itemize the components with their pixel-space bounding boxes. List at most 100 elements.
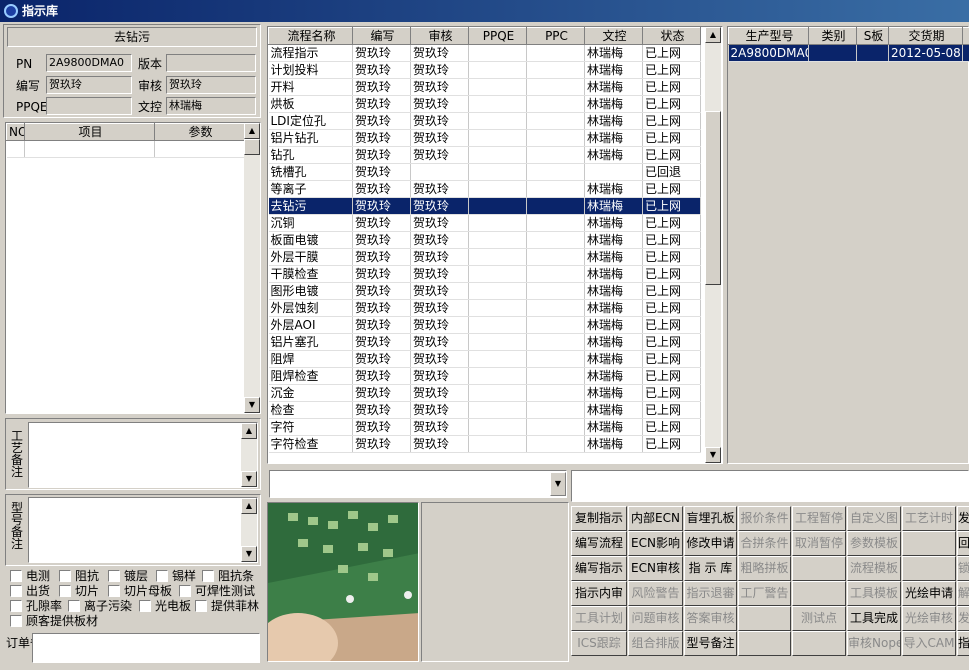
version-field[interactable] [166, 54, 256, 72]
craft-notes-textarea[interactable]: ▲ ▼ [28, 422, 258, 488]
table-row[interactable]: 2A9800DMA0 2012-05-08 [728, 44, 969, 62]
action-button[interactable] [902, 556, 956, 581]
action-button[interactable]: 复制指示 [571, 506, 627, 531]
action-button[interactable]: 工程暂停 [792, 506, 846, 531]
action-button[interactable]: 发 [957, 606, 969, 631]
action-button[interactable]: 指示退審 [684, 581, 737, 606]
process-table-scrollbar[interactable]: ▲ ▼ [705, 27, 721, 463]
action-button[interactable]: 流程模板 [847, 556, 901, 581]
reviewer-field[interactable]: 贺玖玲 [166, 76, 256, 94]
action-button[interactable] [738, 606, 791, 631]
table-row[interactable]: 外层蚀刻 贺玖玲 贺玖玲 林瑞梅 已上网 [268, 299, 701, 317]
process-combo-box[interactable]: ▼ [269, 470, 567, 498]
doc-control-field[interactable]: 林瑞梅 [166, 97, 256, 115]
action-button[interactable] [738, 631, 791, 656]
ppqe-field[interactable] [46, 97, 132, 115]
action-button[interactable]: 回 [957, 531, 969, 556]
table-row[interactable]: 沉金 贺玖玲 贺玖玲 林瑞梅 已上网 [268, 384, 701, 402]
table-row[interactable]: 检查 贺玖玲 贺玖玲 林瑞梅 已上网 [268, 401, 701, 419]
action-button[interactable]: 指 示 库 [684, 556, 737, 581]
action-button[interactable]: 发 [957, 506, 969, 531]
action-button[interactable]: 编写指示 [571, 556, 627, 581]
craft-notes-scrollbar[interactable]: ▲ ▼ [241, 423, 257, 487]
option-checkbox[interactable] [10, 570, 22, 582]
scroll-down-icon[interactable]: ▼ [705, 447, 721, 463]
process-col-header[interactable]: PPQE [468, 27, 527, 45]
action-button[interactable]: ECN影响 [628, 531, 683, 556]
action-button[interactable]: 合拼条件 [738, 531, 791, 556]
option-checkbox[interactable] [10, 585, 22, 597]
process-table[interactable]: 流程名称 编写 审核 PPQE PPC 文控 状态 流程指示 贺玖玲 贺玖玲 林瑞梅 已上网 计划投料… [267, 26, 723, 464]
table-row[interactable]: 沉铜 贺玖玲 贺玖玲 林瑞梅 已上网 [268, 214, 701, 232]
table-row[interactable]: 等离子 贺玖玲 贺玖玲 林瑞梅 已上网 [268, 180, 701, 198]
action-button[interactable]: 盲埋孔板 [684, 506, 737, 531]
product-col-header[interactable]: 客 [962, 27, 969, 45]
action-button[interactable]: 编写流程 [571, 531, 627, 556]
action-button[interactable]: 粗略拼板 [738, 556, 791, 581]
remark-input[interactable] [571, 470, 969, 502]
action-button[interactable] [792, 581, 846, 606]
action-button[interactable]: 工厂警告 [738, 581, 791, 606]
option-checkbox[interactable] [108, 585, 120, 597]
table-row[interactable]: LDI定位孔 贺玖玲 贺玖玲 林瑞梅 已上网 [268, 112, 701, 130]
table-row[interactable]: 外层干膜 贺玖玲 贺玖玲 林瑞梅 已上网 [268, 248, 701, 266]
table-row[interactable]: 钻孔 贺玖玲 贺玖玲 林瑞梅 已上网 [268, 146, 701, 164]
table-row[interactable]: 阻焊检查 贺玖玲 贺玖玲 林瑞梅 已上网 [268, 367, 701, 385]
table-row[interactable]: 板面电镀 贺玖玲 贺玖玲 林瑞梅 已上网 [268, 231, 701, 249]
editor-field[interactable]: 贺玖玲 [46, 76, 132, 94]
param-col-no[interactable]: NO [6, 123, 25, 141]
option-checkbox[interactable] [179, 585, 191, 597]
table-row[interactable]: 外层AOI 贺玖玲 贺玖玲 林瑞梅 已上网 [268, 316, 701, 334]
order-notes-field[interactable] [32, 633, 260, 663]
param-col-item[interactable]: 项目 [24, 123, 155, 141]
action-button[interactable]: 型号备注 [684, 631, 737, 656]
scroll-thumb[interactable] [705, 111, 721, 285]
scroll-up-icon[interactable]: ▲ [241, 498, 257, 514]
table-row[interactable]: 计划投料 贺玖玲 贺玖玲 林瑞梅 已上网 [268, 61, 701, 79]
action-button[interactable]: 自定义图 [847, 506, 901, 531]
option-checkbox[interactable] [59, 570, 71, 582]
action-button[interactable]: 光绘申请 [902, 581, 956, 606]
action-button[interactable]: 测试点 [792, 606, 846, 631]
action-button[interactable]: 修改申请 [684, 531, 737, 556]
action-button[interactable] [792, 556, 846, 581]
table-row[interactable]: 图形电镀 贺玖玲 贺玖玲 林瑞梅 已上网 [268, 282, 701, 300]
option-checkbox[interactable] [156, 570, 168, 582]
model-notes-scrollbar[interactable]: ▲ ▼ [241, 498, 257, 562]
action-button[interactable]: 工艺计时 [902, 506, 956, 531]
table-row[interactable]: 开料 贺玖玲 贺玖玲 林瑞梅 已上网 [268, 78, 701, 96]
pn-field[interactable]: 2A9800DMA0 [46, 54, 132, 72]
chevron-down-icon[interactable]: ▼ [550, 472, 566, 496]
action-button[interactable]: 光绘审核 [902, 606, 956, 631]
table-row[interactable]: 去钻污 贺玖玲 贺玖玲 林瑞梅 已上网 [268, 197, 701, 215]
action-button[interactable]: 报价条件 [738, 506, 791, 531]
action-button[interactable]: ICS跟踪 [571, 631, 627, 656]
action-button[interactable] [902, 531, 956, 556]
action-button[interactable] [792, 631, 846, 656]
action-button[interactable]: 问题审核 [628, 606, 683, 631]
action-button[interactable]: 工具完成 [847, 606, 901, 631]
model-notes-textarea[interactable]: ▲ ▼ [28, 497, 258, 563]
table-row[interactable]: 干膜检查 贺玖玲 贺玖玲 林瑞梅 已上网 [268, 265, 701, 283]
param-col-value[interactable]: 参数 [154, 123, 245, 141]
option-checkbox[interactable] [195, 600, 207, 612]
option-checkbox[interactable] [108, 570, 120, 582]
table-row[interactable]: 铣槽孔 贺玖玲 已回退 [268, 163, 701, 181]
action-button[interactable]: 审核Nope [847, 631, 901, 656]
scroll-thumb[interactable] [244, 139, 260, 155]
process-col-header[interactable]: PPC [526, 27, 585, 45]
process-col-header[interactable]: 审核 [410, 27, 469, 45]
product-col-header[interactable]: 类别 [808, 27, 857, 45]
process-col-header[interactable]: 文控 [584, 27, 643, 45]
action-button[interactable]: 解 [957, 581, 969, 606]
option-checkbox[interactable] [202, 570, 214, 582]
action-button[interactable]: ECN审核 [628, 556, 683, 581]
process-col-header[interactable]: 状态 [642, 27, 701, 45]
scroll-up-icon[interactable]: ▲ [705, 27, 721, 43]
scroll-up-icon[interactable]: ▲ [244, 123, 260, 139]
action-button[interactable]: 锁 [957, 556, 969, 581]
scroll-down-icon[interactable]: ▼ [241, 471, 257, 487]
table-row[interactable]: 烘板 贺玖玲 贺玖玲 林瑞梅 已上网 [268, 95, 701, 113]
process-col-header[interactable]: 编写 [352, 27, 411, 45]
product-col-header[interactable]: 生产型号 [728, 27, 809, 45]
